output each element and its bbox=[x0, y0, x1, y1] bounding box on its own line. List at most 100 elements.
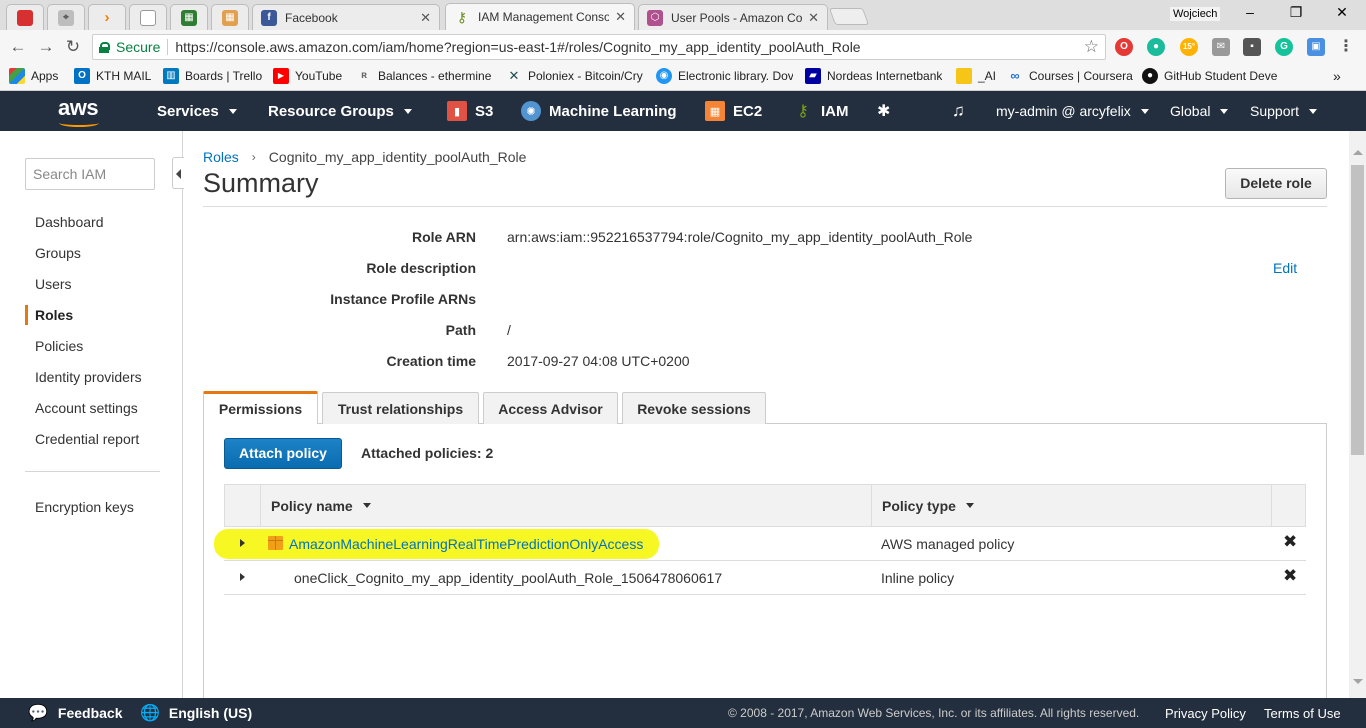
bookmark-kth-mail[interactable]: O KTH MAIL bbox=[74, 68, 151, 84]
policy-name-link[interactable]: AmazonMachineLearningRealTimePredictionO… bbox=[289, 536, 643, 552]
browser-tab[interactable] bbox=[6, 4, 44, 30]
resource-groups-menu[interactable]: Resource Groups bbox=[268, 91, 412, 131]
aws-logo[interactable]: aws bbox=[58, 95, 99, 121]
sidebar-item-encryption-keys[interactable]: Encryption keys bbox=[35, 499, 134, 515]
tab-access-advisor[interactable]: Access Advisor bbox=[483, 392, 618, 424]
browser-tab[interactable] bbox=[129, 4, 167, 30]
sidebar-item-credential-report[interactable]: Credential report bbox=[35, 431, 139, 447]
grammarly-icon[interactable]: G bbox=[1275, 38, 1293, 56]
bookmark-electronic-library[interactable]: ◉ Electronic library. Dov bbox=[656, 68, 793, 84]
secure-indicator[interactable]: Secure bbox=[93, 39, 160, 55]
address-bar[interactable]: Secure https://console.aws.amazon.com/ia… bbox=[92, 34, 1106, 60]
services-menu[interactable]: Services bbox=[157, 91, 237, 131]
profile-name[interactable]: Wojciech bbox=[1170, 7, 1221, 21]
region-menu[interactable]: Global bbox=[1170, 91, 1229, 131]
bookmark-apps[interactable]: Apps bbox=[9, 68, 58, 84]
shortcut-ec2[interactable]: ▦ EC2 bbox=[705, 91, 762, 131]
feedback-button[interactable]: 💬 Feedback bbox=[28, 698, 123, 728]
opera-icon bbox=[17, 9, 33, 26]
scrollbar-thumb[interactable] bbox=[1351, 165, 1364, 455]
bookmarks-overflow-icon[interactable]: » bbox=[1333, 68, 1341, 84]
support-label: Support bbox=[1250, 103, 1300, 119]
copyright-text: © 2008 - 2017, Amazon Web Services, Inc.… bbox=[728, 706, 1140, 720]
privacy-policy-link[interactable]: Privacy Policy bbox=[1165, 698, 1246, 728]
expand-row-icon[interactable] bbox=[240, 539, 245, 547]
support-menu[interactable]: Support bbox=[1250, 91, 1318, 131]
screenshot-icon[interactable]: ▣ bbox=[1307, 38, 1325, 56]
tab-trust-relationships[interactable]: Trust relationships bbox=[322, 392, 479, 424]
bell-icon[interactable]: ♫ bbox=[952, 91, 965, 131]
bookmark-star-icon[interactable]: ☆ bbox=[1084, 37, 1099, 57]
search-iam-input[interactable] bbox=[25, 158, 155, 190]
browser-tab[interactable]: ▦ bbox=[211, 4, 249, 30]
close-icon[interactable]: ✕ bbox=[808, 10, 819, 26]
bookmark-youtube[interactable]: ▶ YouTube bbox=[273, 68, 342, 84]
bookmark-ethermine[interactable]: ʀ Balances - ethermine bbox=[356, 68, 493, 84]
breadcrumb-roles-link[interactable]: Roles bbox=[203, 149, 239, 165]
pin-icon[interactable]: ✱ bbox=[877, 91, 890, 131]
pocket-icon[interactable]: ▪ bbox=[1243, 38, 1261, 56]
browser-tab-iam[interactable]: ⚷ IAM Management Conso ✕ bbox=[445, 3, 635, 30]
attach-policy-button[interactable]: Attach policy bbox=[224, 438, 342, 469]
expand-row-icon[interactable] bbox=[240, 573, 245, 581]
shortcut-s3[interactable]: ▮ S3 bbox=[447, 91, 493, 131]
reload-icon[interactable]: ↻ bbox=[63, 37, 83, 57]
opera-icon[interactable]: O bbox=[1115, 38, 1133, 56]
table-row: oneClick_Cognito_my_app_identity_poolAut… bbox=[224, 561, 1306, 595]
delete-role-button[interactable]: Delete role bbox=[1225, 168, 1327, 199]
bookmark-coursera[interactable]: ∞ Courses | Coursera bbox=[1007, 68, 1132, 84]
policy-name-link[interactable]: oneClick_Cognito_my_app_identity_poolAut… bbox=[294, 570, 722, 586]
mail-icon[interactable]: ✉ bbox=[1212, 38, 1230, 56]
browser-tab-facebook[interactable]: f Facebook ✕ bbox=[252, 4, 440, 30]
grid-icon: ▦ bbox=[222, 9, 238, 26]
close-window-icon[interactable]: ✕ bbox=[1327, 4, 1357, 21]
back-icon[interactable]: ← bbox=[8, 37, 28, 57]
tab-permissions[interactable]: Permissions bbox=[203, 391, 318, 424]
bookmark-folder-ai[interactable]: _AI bbox=[956, 68, 996, 84]
remove-policy-icon[interactable]: ✖ bbox=[1283, 566, 1297, 586]
sidebar-item-dashboard[interactable]: Dashboard bbox=[35, 214, 104, 230]
shortcut-label: S3 bbox=[475, 102, 494, 120]
browser-tab[interactable]: ⌖ bbox=[47, 4, 85, 30]
lock-icon bbox=[99, 41, 110, 53]
page-title: Summary bbox=[203, 168, 319, 198]
bookmark-poloniex[interactable]: ✕ Poloniex - Bitcoin/Cry bbox=[506, 68, 643, 84]
restore-icon[interactable]: ❐ bbox=[1281, 4, 1311, 21]
browser-tab-user-pools[interactable]: ⬡ User Pools - Amazon Co ✕ bbox=[638, 4, 828, 30]
sidebar-item-account-settings[interactable]: Account settings bbox=[35, 400, 138, 416]
edit-description-link[interactable]: Edit bbox=[1273, 260, 1297, 276]
forward-icon[interactable]: → bbox=[36, 37, 56, 57]
bookmark-github[interactable]: ● GitHub Student Deve bbox=[1142, 68, 1282, 84]
bookmark-trello[interactable]: ▥ Boards | Trello bbox=[163, 68, 262, 84]
sidebar-item-identity-providers[interactable]: Identity providers bbox=[35, 369, 142, 385]
shortcut-machine-learning[interactable]: ✺ Machine Learning bbox=[521, 91, 677, 131]
shortcut-label: IAM bbox=[821, 102, 849, 120]
weather-icon[interactable]: 15° bbox=[1180, 38, 1198, 56]
scroll-up-icon[interactable] bbox=[1353, 150, 1363, 155]
column-policy-name[interactable]: Policy name bbox=[271, 485, 371, 526]
tab-revoke-sessions[interactable]: Revoke sessions bbox=[622, 392, 766, 424]
close-icon[interactable]: ✕ bbox=[420, 10, 431, 26]
column-policy-type[interactable]: Policy type bbox=[882, 485, 974, 526]
scroll-down-icon[interactable] bbox=[1353, 679, 1363, 684]
close-icon[interactable]: ✕ bbox=[615, 9, 626, 25]
browser-tab[interactable]: ▦ bbox=[170, 4, 208, 30]
menu-icon[interactable]: ⋮ bbox=[1337, 38, 1355, 56]
language-selector[interactable]: 🌐 English (US) bbox=[140, 698, 252, 728]
role-tabs: Permissions Trust relationships Access A… bbox=[203, 391, 1327, 424]
browser-tab[interactable]: › bbox=[88, 4, 126, 30]
url-text[interactable]: https://console.aws.amazon.com/iam/home?… bbox=[175, 39, 860, 55]
remove-policy-icon[interactable]: ✖ bbox=[1283, 532, 1297, 552]
bookmark-nordea[interactable]: ▰ Nordeas Internetbank bbox=[805, 68, 942, 84]
collapse-sidebar-button[interactable] bbox=[172, 157, 184, 189]
new-tab-button[interactable] bbox=[828, 8, 870, 25]
shortcut-iam[interactable]: ⚷ IAM bbox=[793, 91, 849, 131]
account-menu[interactable]: my-admin @ arcyfelix bbox=[996, 91, 1149, 131]
terms-of-use-link[interactable]: Terms of Use bbox=[1264, 698, 1341, 728]
sidebar-item-policies[interactable]: Policies bbox=[35, 338, 83, 354]
sidebar-item-users[interactable]: Users bbox=[35, 276, 72, 292]
sidebar-item-groups[interactable]: Groups bbox=[35, 245, 81, 261]
sidebar-item-roles[interactable]: Roles bbox=[35, 307, 73, 323]
minimize-icon[interactable]: – bbox=[1235, 4, 1265, 20]
chat-icon[interactable]: ● bbox=[1147, 38, 1165, 56]
